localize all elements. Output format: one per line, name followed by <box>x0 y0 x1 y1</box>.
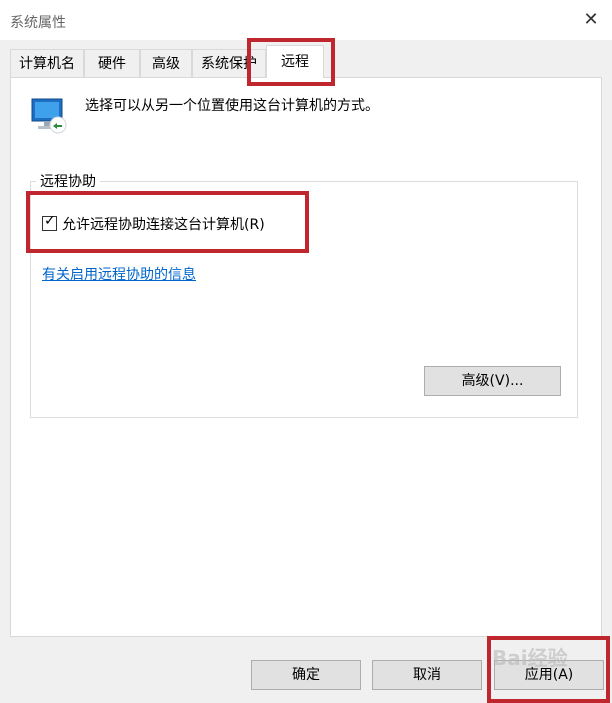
tab-advanced[interactable]: 高级 <box>140 49 192 77</box>
remote-computer-icon <box>30 95 70 135</box>
system-properties-dialog: 系统属性 ✕ 计算机名 硬件 高级 系统保护 远程 选择可以从另一个位置使用这台… <box>0 0 612 703</box>
tab-system-protection[interactable]: 系统保护 <box>192 49 266 77</box>
remote-assistance-info-link[interactable]: 有关启用远程协助的信息 <box>42 264 196 284</box>
tab-computer-name[interactable]: 计算机名 <box>10 49 84 77</box>
allow-remote-assistance-checkbox[interactable]: ✓ <box>42 213 57 231</box>
remote-assistance-group-title: 远程协助 <box>36 171 100 191</box>
allow-remote-assistance-label[interactable]: 允许远程协助连接这台计算机(R) <box>62 214 265 234</box>
title-bar: 系统属性 ✕ <box>0 0 612 40</box>
checkmark-icon: ✓ <box>44 213 56 229</box>
close-icon[interactable]: ✕ <box>578 8 604 32</box>
remote-description: 选择可以从另一个位置使用这台计算机的方式。 <box>85 98 379 114</box>
tab-hardware[interactable]: 硬件 <box>84 49 140 77</box>
advanced-button[interactable]: 高级(V)... <box>424 366 561 396</box>
window-title: 系统属性 <box>10 15 66 31</box>
cancel-button[interactable]: 取消 <box>372 660 482 690</box>
ok-button[interactable]: 确定 <box>251 660 361 690</box>
tab-remote[interactable]: 远程 <box>266 45 324 78</box>
apply-button[interactable]: 应用(A) <box>494 660 604 690</box>
